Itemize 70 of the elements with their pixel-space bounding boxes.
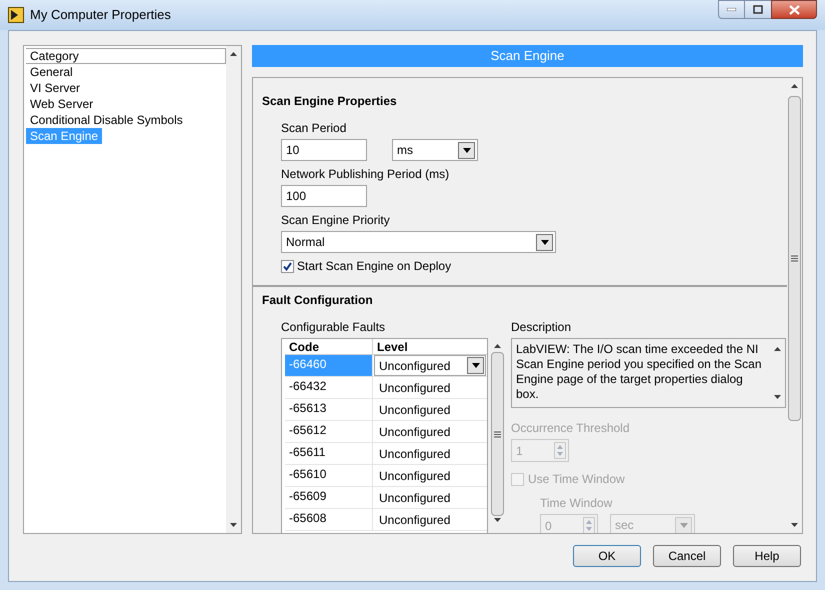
description-text: LabVIEW: The I/O scan time exceeded the NI Scan Engine period you specified on the Scan Engine page of the target properties dialog box. [515, 341, 763, 403]
window-title: My Computer Properties [30, 6, 171, 24]
maximize-button[interactable] [745, 0, 771, 19]
up-arrow-icon[interactable] [494, 344, 501, 348]
up-arrow-icon[interactable] [774, 347, 781, 351]
field-label: Configurable Faults [281, 319, 386, 336]
scan-period-field[interactable]: 10 [281, 139, 367, 161]
scrollbar[interactable] [226, 46, 241, 533]
publishing-period-field[interactable]: 100 [281, 185, 367, 207]
down-arrow-icon[interactable] [494, 518, 501, 522]
code-cell[interactable]: -65613 [285, 399, 373, 420]
app-icon [8, 7, 24, 23]
scroll-thumb[interactable] [491, 352, 504, 516]
level-cell-text: Unconfigured [378, 380, 452, 397]
spinner-icon [583, 517, 595, 533]
minimize-icon [727, 8, 736, 11]
level-cell-text: Unconfigured [378, 490, 452, 507]
code-cell[interactable]: -65610 [285, 465, 373, 486]
dialog-button[interactable]: OK [573, 545, 641, 567]
level-cell-text: Unconfigured [378, 402, 452, 419]
section-heading: Scan Engine Properties [261, 93, 398, 110]
field-label: Occurrence Threshold [511, 420, 630, 437]
close-icon [788, 4, 800, 14]
column-header[interactable]: Code [285, 339, 373, 354]
scroll-thumb[interactable] [788, 96, 801, 421]
down-arrow-icon[interactable] [230, 523, 237, 527]
minimize-button[interactable] [718, 0, 745, 19]
checkbox[interactable] [281, 260, 294, 272]
grip-icon [494, 430, 501, 438]
check-icon [283, 262, 292, 270]
field-label: Scan Engine Priority [281, 212, 390, 229]
up-arrow-icon[interactable] [230, 52, 237, 56]
field-label: Network Publishing Period (ms) [281, 166, 450, 183]
dialog-button[interactable]: Cancel [653, 545, 721, 567]
level-cell-text: Unconfigured [378, 424, 452, 441]
category-item[interactable]: VI Server [26, 80, 84, 96]
field-label: Description [511, 319, 572, 336]
dialog-button[interactable]: Help [733, 545, 801, 567]
close-button[interactable] [771, 0, 817, 19]
field-label: Scan Period [281, 120, 346, 137]
section-heading: Fault Configuration [261, 292, 374, 309]
checkbox-label: Start Scan Engine on Deploy [297, 258, 452, 275]
level-cell-text: Unconfigured [378, 512, 452, 529]
down-arrow-icon[interactable] [774, 395, 781, 399]
list-header: Category [26, 48, 226, 64]
code-cell[interactable]: -65612 [285, 421, 373, 442]
code-cell[interactable]: -66432 [285, 377, 373, 398]
spinner-icon [554, 442, 566, 459]
level-cell-text: Unconfigured [378, 468, 452, 485]
category-item[interactable]: General [26, 64, 77, 80]
caret-icon [458, 142, 475, 158]
up-arrow-icon[interactable] [791, 84, 798, 88]
unit-dropdown[interactable]: ms [392, 139, 478, 161]
category-item[interactable]: Web Server [26, 96, 98, 112]
code-cell[interactable]: -65611 [285, 443, 373, 464]
page-title: Scan Engine [252, 45, 803, 67]
priority-dropdown[interactable]: Normal [281, 231, 556, 253]
field-label: Time Window [540, 495, 612, 512]
caret-icon [467, 357, 484, 374]
category-item[interactable]: Conditional Disable Symbols [26, 112, 187, 128]
grip-icon [791, 255, 798, 262]
down-arrow-icon[interactable] [791, 523, 798, 527]
code-cell[interactable]: -65609 [285, 487, 373, 508]
level-dropdown[interactable]: Unconfigured [374, 355, 486, 376]
caret-icon [536, 234, 553, 250]
level-cell-text: Unconfigured [378, 446, 452, 463]
column-header[interactable]: Level [373, 339, 487, 354]
maximize-icon [753, 5, 763, 14]
code-cell[interactable]: -65608 [285, 509, 373, 530]
checkbox-label: Use Time Window [528, 471, 625, 488]
